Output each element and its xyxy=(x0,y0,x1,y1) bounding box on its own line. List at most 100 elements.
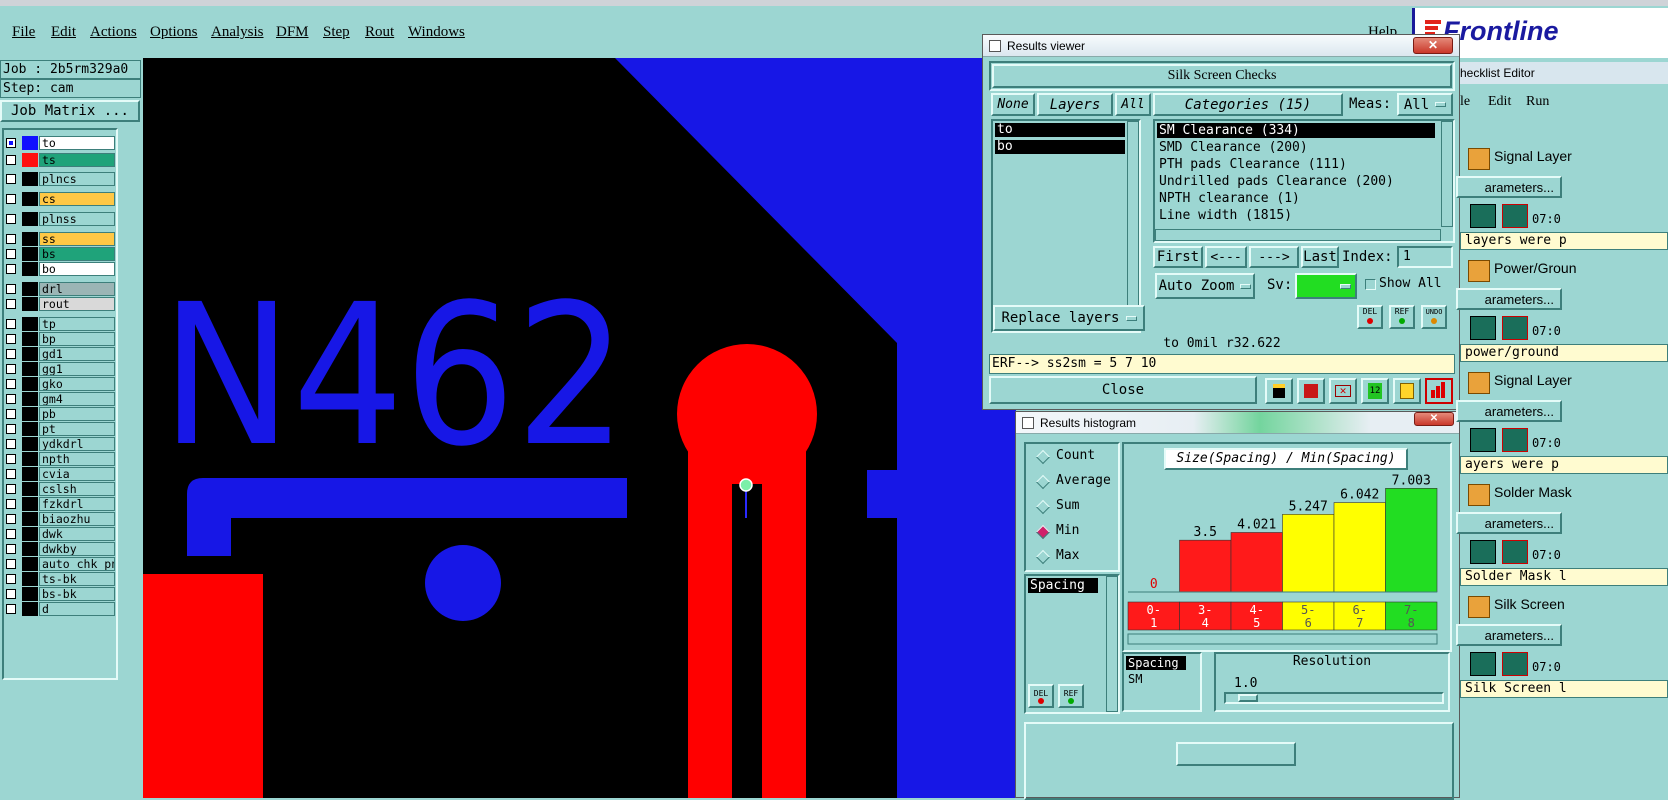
layer-row[interactable]: to xyxy=(4,136,115,150)
layer-color-swatch[interactable] xyxy=(22,153,38,167)
all-layers-button[interactable]: All xyxy=(1115,93,1151,116)
layer-row[interactable]: bo xyxy=(4,262,115,276)
layer-checkbox[interactable] xyxy=(6,249,16,259)
layer-checkbox[interactable] xyxy=(6,574,16,584)
none-button[interactable]: None xyxy=(991,93,1035,116)
menu-options[interactable]: Options xyxy=(150,24,198,41)
undo-icon[interactable]: UNDO xyxy=(1421,305,1447,329)
layer-name[interactable]: fzkdrl xyxy=(39,497,115,511)
layer-row[interactable]: cvia xyxy=(4,467,115,481)
layer-name[interactable]: plncs xyxy=(39,172,115,186)
histogram-lower-button[interactable] xyxy=(1176,742,1296,766)
layer-checkbox[interactable] xyxy=(6,214,16,224)
stat-radio-max[interactable]: Max xyxy=(1034,548,1114,566)
menu-step[interactable]: Step xyxy=(323,24,350,41)
layer-checkbox[interactable] xyxy=(6,349,16,359)
layer-color-swatch[interactable] xyxy=(22,497,38,511)
menu-file[interactable]: File xyxy=(12,24,35,41)
next-button[interactable]: ---> xyxy=(1249,246,1299,268)
checklist-menu-file[interactable]: le xyxy=(1460,94,1470,110)
job-matrix-button[interactable]: Job Matrix ... xyxy=(0,100,140,122)
replace-layers-dropdown[interactable]: Replace layers xyxy=(993,305,1145,331)
last-button[interactable]: Last xyxy=(1301,246,1339,268)
parameters-button[interactable]: arameters... xyxy=(1456,400,1562,422)
crossed-icon[interactable]: ✕ xyxy=(1329,378,1357,404)
parameters-button[interactable]: arameters... xyxy=(1456,288,1562,310)
layer-name[interactable]: bo xyxy=(39,262,115,276)
categories-button[interactable]: Categories (15) xyxy=(1153,93,1343,116)
close-icon[interactable]: ✕ xyxy=(1414,412,1454,426)
layer-row[interactable]: biaozhu xyxy=(4,512,115,526)
layer-color-swatch[interactable] xyxy=(22,377,38,391)
layer-result-item[interactable]: bo xyxy=(995,140,1125,154)
layer-color-swatch[interactable] xyxy=(22,136,38,150)
layer-name[interactable]: d xyxy=(39,602,115,616)
layer-name[interactable]: gg1 xyxy=(39,362,115,376)
layer-color-swatch[interactable] xyxy=(22,437,38,451)
category-item[interactable]: SM Clearance (334) xyxy=(1157,123,1435,138)
layer-checkbox[interactable] xyxy=(6,559,16,569)
layer-color-swatch[interactable] xyxy=(22,407,38,421)
layer-color-swatch[interactable] xyxy=(22,512,38,526)
layer-name[interactable]: npth xyxy=(39,452,115,466)
checklist-menu-run[interactable]: Run xyxy=(1526,94,1549,110)
menu-actions[interactable]: Actions xyxy=(90,24,137,41)
layer-color-swatch[interactable] xyxy=(22,392,38,406)
layer-row[interactable]: fzkdrl xyxy=(4,497,115,511)
run-icon[interactable] xyxy=(1470,204,1496,228)
stop-icon[interactable] xyxy=(1502,652,1528,676)
layer-row[interactable]: ss xyxy=(4,232,115,246)
layer-row[interactable]: tp xyxy=(4,317,115,331)
layer-row[interactable]: pb xyxy=(4,407,115,421)
layer-color-swatch[interactable] xyxy=(22,172,38,186)
index-input[interactable]: 1 xyxy=(1397,246,1453,268)
layer-name[interactable]: auto_chk_pn xyxy=(39,557,115,571)
sv-color-dropdown[interactable] xyxy=(1295,273,1357,299)
category-item[interactable]: PTH pads Clearance (111) xyxy=(1157,157,1435,172)
layer-name[interactable]: gd1 xyxy=(39,347,115,361)
report-icon[interactable] xyxy=(1265,378,1293,404)
layer-color-swatch[interactable] xyxy=(22,262,38,276)
layer-name[interactable]: tp xyxy=(39,317,115,331)
layer-checkbox[interactable] xyxy=(6,264,16,274)
stat-radio-count[interactable]: Count xyxy=(1034,448,1114,466)
run-icon[interactable] xyxy=(1470,652,1496,676)
layer-checkbox[interactable] xyxy=(6,299,16,309)
layer-checkbox[interactable] xyxy=(6,319,16,329)
layer-name[interactable]: cslsh xyxy=(39,482,115,496)
layer-color-swatch[interactable] xyxy=(22,572,38,586)
layer-checkbox[interactable] xyxy=(6,454,16,464)
layer-row[interactable]: gd1 xyxy=(4,347,115,361)
layer-color-swatch[interactable] xyxy=(22,212,38,226)
parameters-button[interactable]: arameters... xyxy=(1456,176,1562,198)
checklist-menu-edit[interactable]: Edit xyxy=(1488,94,1511,110)
layer-checkbox[interactable] xyxy=(6,514,16,524)
numbers-icon[interactable]: 12 xyxy=(1361,378,1389,404)
close-button[interactable]: Close xyxy=(989,376,1257,404)
layer-name[interactable]: plnss xyxy=(39,212,115,226)
layer-checkbox[interactable] xyxy=(6,155,16,165)
category-item[interactable]: Line width (1815) xyxy=(1157,208,1435,223)
layer-name[interactable]: drl xyxy=(39,282,115,296)
layer-row[interactable]: drl xyxy=(4,282,115,296)
layer-name[interactable]: cs xyxy=(39,192,115,206)
layer-checkbox[interactable] xyxy=(6,364,16,374)
layer-checkbox[interactable] xyxy=(6,138,16,148)
layer-checkbox[interactable] xyxy=(6,334,16,344)
layer-row[interactable]: dwkby xyxy=(4,542,115,556)
stat-radio-min[interactable]: Min xyxy=(1034,523,1114,541)
auto-zoom-dropdown[interactable]: Auto Zoom xyxy=(1155,273,1255,299)
stop-icon[interactable] xyxy=(1502,316,1528,340)
layer-color-swatch[interactable] xyxy=(22,232,38,246)
layer-color-swatch[interactable] xyxy=(22,317,38,331)
close-icon[interactable]: ✕ xyxy=(1413,37,1453,54)
layer-checkbox[interactable] xyxy=(6,469,16,479)
layer-color-swatch[interactable] xyxy=(22,467,38,481)
ref-icon[interactable]: REF xyxy=(1389,305,1415,329)
layer-row[interactable]: dwk xyxy=(4,527,115,541)
layer-row[interactable]: d xyxy=(4,602,115,616)
layer-row[interactable]: ydkdrl xyxy=(4,437,115,451)
run-icon[interactable] xyxy=(1470,316,1496,340)
layer-result-item[interactable]: to xyxy=(995,123,1125,137)
layer-checkbox[interactable] xyxy=(6,394,16,404)
